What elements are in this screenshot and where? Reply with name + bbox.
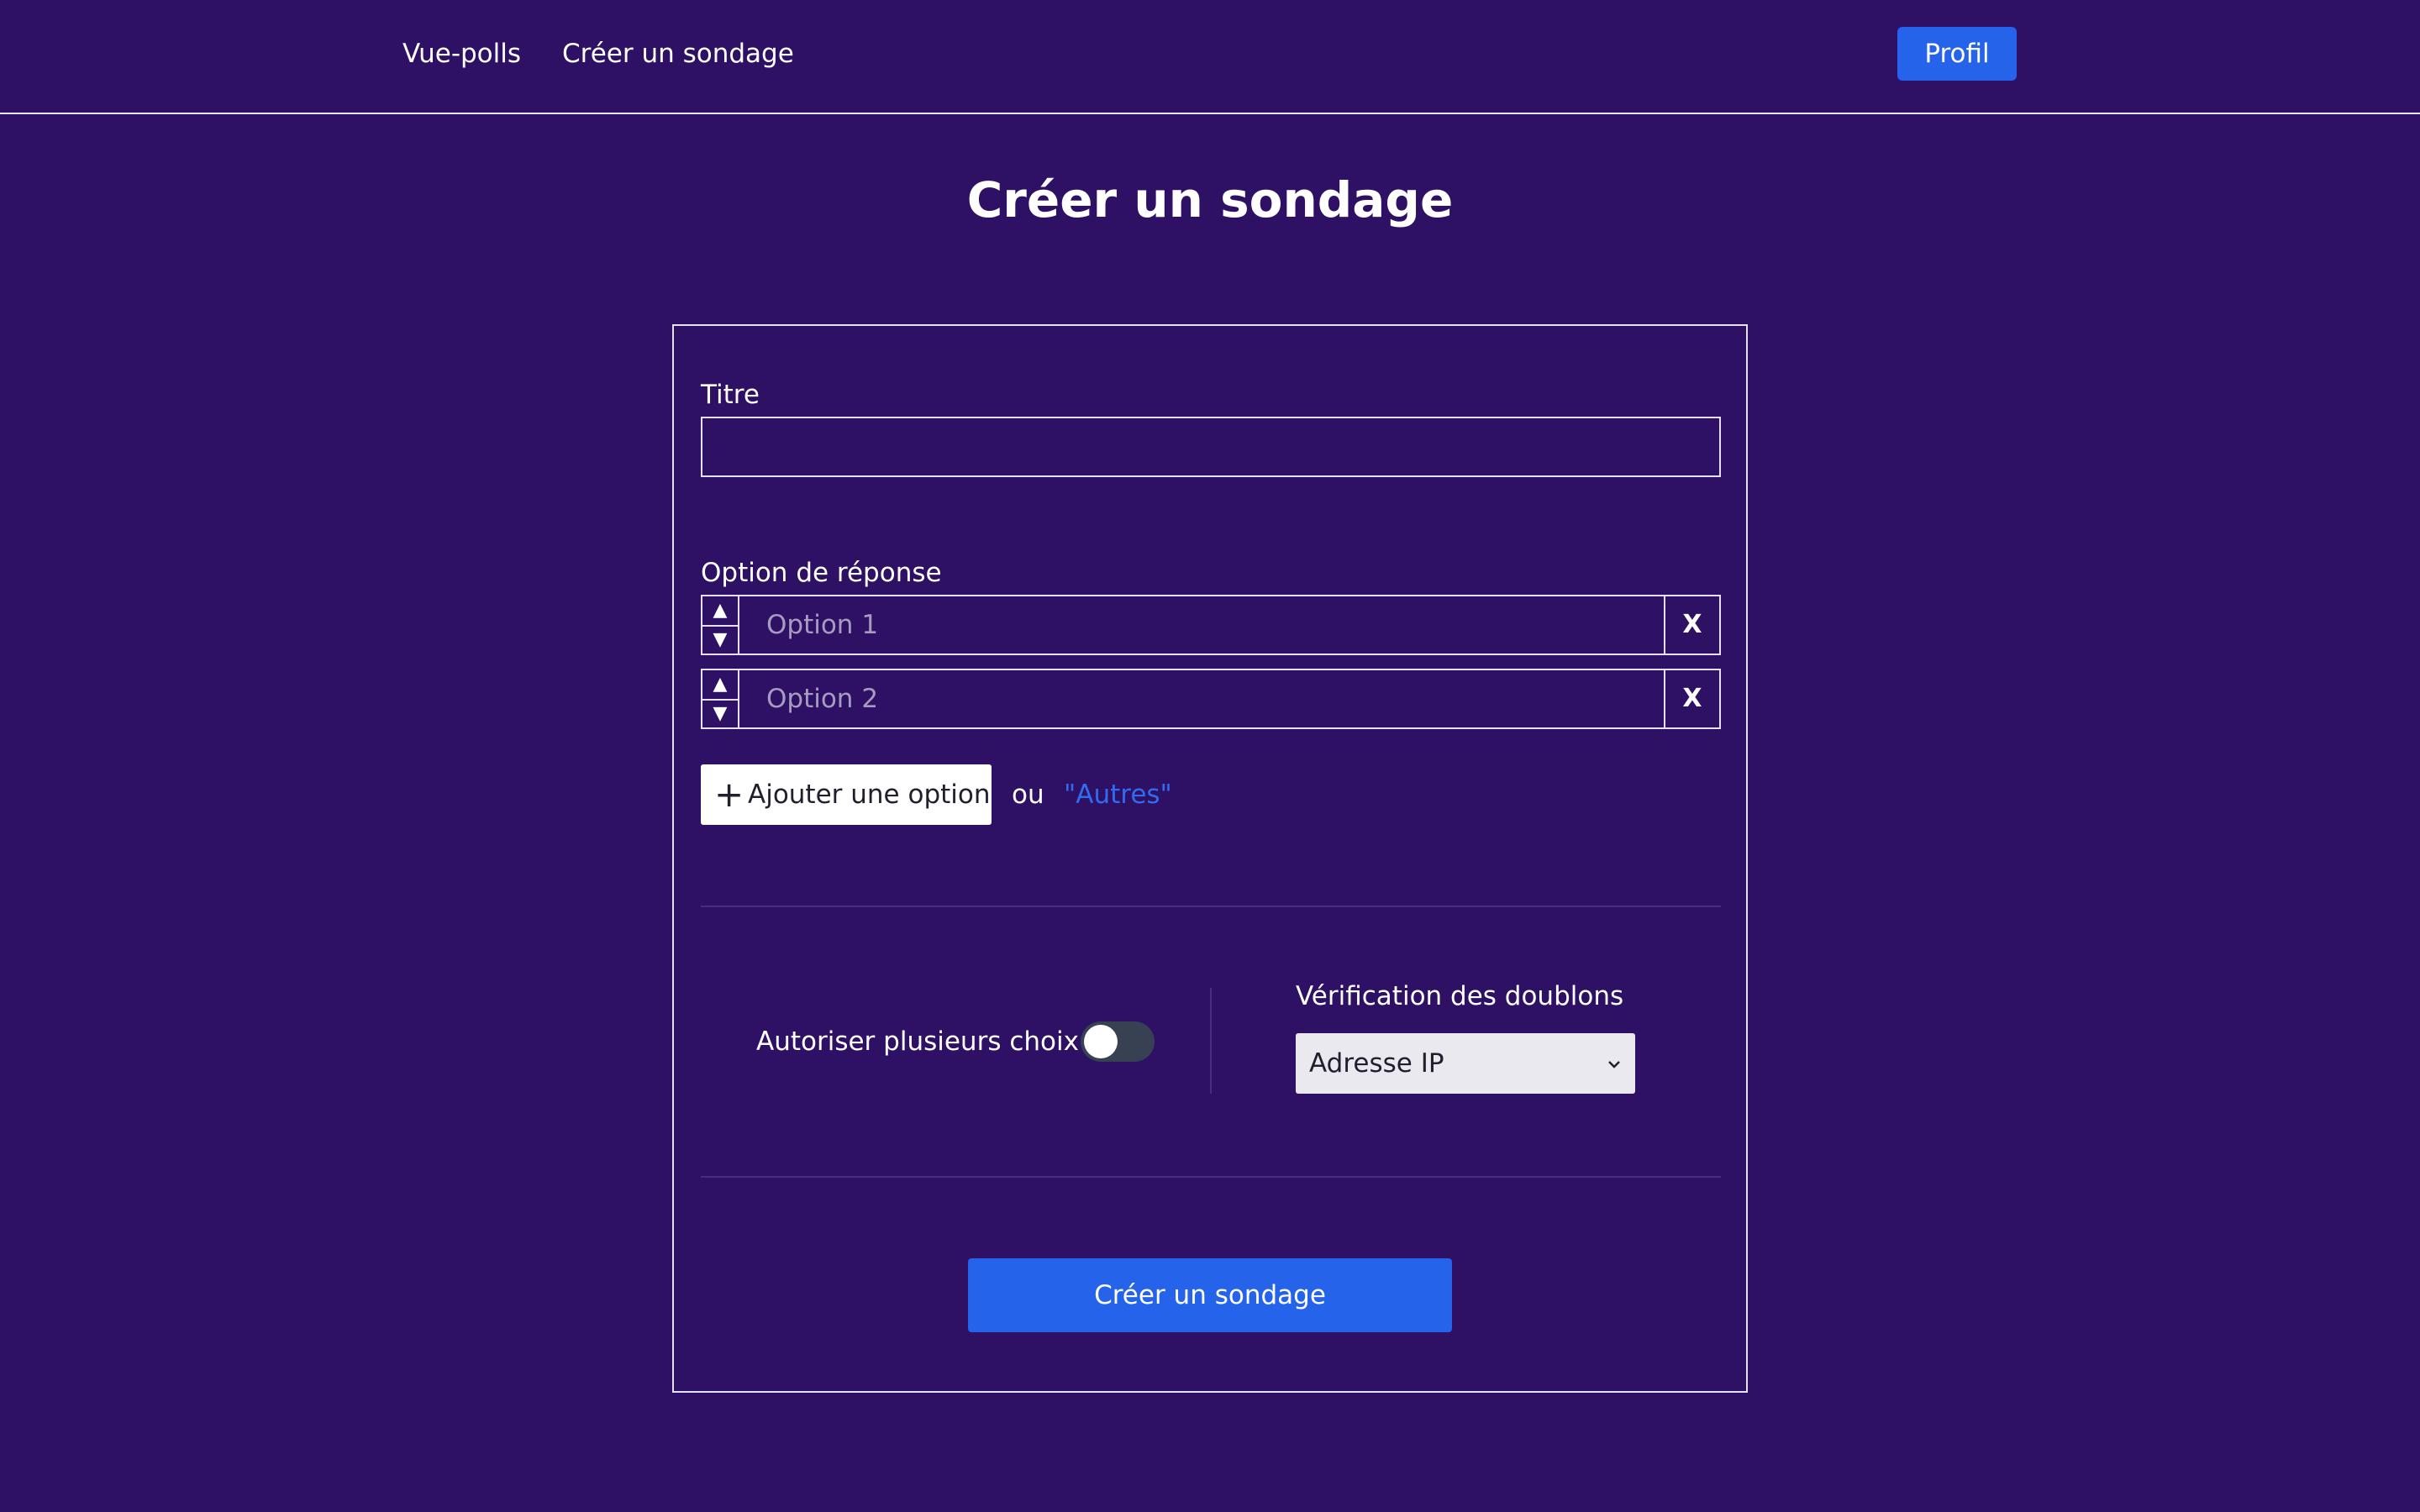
profile-button[interactable]: Profil xyxy=(1897,27,2017,81)
or-text: ou xyxy=(1012,780,1044,810)
option-order-stepper: ▲ ▼ xyxy=(701,595,739,655)
page-title: Créer un sondage xyxy=(966,171,1454,228)
create-poll-form: Titre Option de réponse ▲ ▼ X ▲ ▼ X + Aj… xyxy=(672,324,1748,1393)
title-input[interactable] xyxy=(701,417,1721,477)
multiple-choice-label: Autoriser plusieurs choix xyxy=(756,1026,1079,1057)
move-up-icon[interactable]: ▲ xyxy=(702,670,738,701)
move-up-icon[interactable]: ▲ xyxy=(702,596,738,627)
remove-option-button[interactable]: X xyxy=(1664,669,1721,729)
add-option-button[interactable]: + Ajouter une option xyxy=(701,764,992,825)
multiple-choice-toggle[interactable] xyxy=(1081,1021,1155,1062)
option-order-stepper: ▲ ▼ xyxy=(701,669,739,729)
duplicate-check-value: Adresse IP xyxy=(1309,1048,1444,1079)
options-label: Option de réponse xyxy=(701,558,942,588)
remove-option-button[interactable]: X xyxy=(1664,595,1721,655)
duplicate-check-label: Vérification des doublons xyxy=(1296,981,1624,1011)
nav-brand-link[interactable]: Vue-polls xyxy=(402,37,521,71)
duplicate-check-select[interactable]: Adresse IP xyxy=(1296,1033,1635,1094)
others-option-link[interactable]: "Autres" xyxy=(1064,778,1172,811)
move-down-icon[interactable]: ▼ xyxy=(702,700,738,728)
divider xyxy=(701,906,1721,907)
option-input[interactable] xyxy=(738,669,1665,729)
toggle-knob xyxy=(1084,1025,1118,1058)
divider xyxy=(701,1176,1721,1178)
option-input[interactable] xyxy=(738,595,1665,655)
chevron-down-icon xyxy=(1608,1061,1620,1068)
option-row: ▲ ▼ X xyxy=(701,595,1721,655)
create-poll-submit-button[interactable]: Créer un sondage xyxy=(968,1258,1452,1332)
plus-icon: + xyxy=(714,774,744,815)
move-down-icon[interactable]: ▼ xyxy=(702,626,738,654)
nav-create-poll-link[interactable]: Créer un sondage xyxy=(562,37,794,71)
add-option-label: Ajouter une option xyxy=(748,780,991,810)
navbar: Vue-polls Créer un sondage Profil xyxy=(0,0,2420,114)
title-label: Titre xyxy=(701,380,760,410)
vertical-divider xyxy=(1210,988,1212,1094)
option-row: ▲ ▼ X xyxy=(701,669,1721,729)
